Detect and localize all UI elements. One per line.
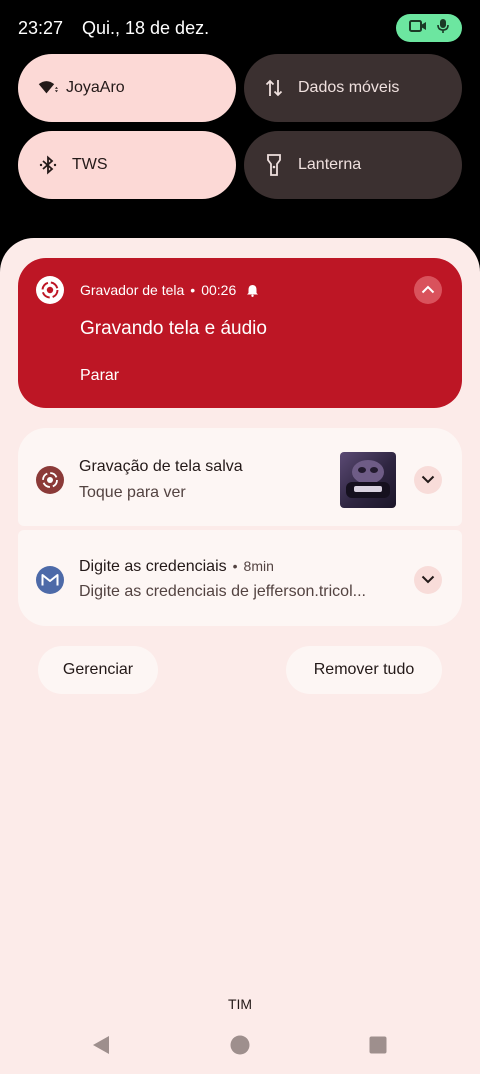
chevron-up-icon — [421, 281, 435, 299]
status-time: 23:27 — [18, 18, 64, 38]
tile-wifi[interactable]: JoyaAro — [18, 54, 236, 122]
wifi-icon — [38, 78, 58, 98]
alert-bell-icon — [246, 284, 259, 297]
notification-group: Gravação de tela salva Toque para ver Di… — [18, 428, 462, 626]
notification-recording-saved[interactable]: Gravação de tela salva Toque para ver — [18, 428, 462, 526]
tile-flashlight[interactable]: Lanterna — [244, 131, 462, 199]
videocam-icon — [409, 19, 427, 38]
notification-title-text: Digite as credenciais — [79, 558, 227, 575]
mobile-data-icon — [264, 78, 284, 98]
chevron-down-icon — [421, 571, 435, 589]
status-date: Qui., 18 de dez. — [82, 18, 210, 38]
tile-bluetooth[interactable]: TWS — [18, 131, 236, 199]
expand-button[interactable] — [414, 466, 442, 494]
screen-record-icon — [36, 276, 64, 304]
screen-record-icon — [36, 466, 64, 494]
notification-subtitle: Toque para ver — [79, 484, 186, 501]
mic-icon — [437, 18, 449, 39]
carrier-label: TIM — [227, 996, 253, 1012]
status-bar: 23:27 Qui., 18 de dez. — [0, 0, 480, 56]
notification-separator: • — [232, 558, 238, 574]
home-icon — [230, 1035, 250, 1060]
recents-button[interactable] — [367, 1036, 389, 1058]
privacy-indicator-chip[interactable] — [396, 14, 462, 42]
notification-credentials[interactable]: Digite as credenciais • 8min Digite as cre… — [18, 530, 462, 626]
flashlight-icon — [264, 154, 284, 176]
expand-button[interactable] — [414, 566, 442, 594]
notification-time: 8min — [243, 558, 274, 574]
tile-wifi-label: JoyaAro — [66, 79, 125, 96]
notification-title: Digite as credenciais • 8min — [79, 558, 274, 576]
recording-app-name: Gravador de tela — [80, 282, 185, 298]
manage-button[interactable]: Gerenciar — [38, 646, 158, 694]
stop-button[interactable]: Parar — [80, 367, 119, 385]
screen-recording-notification[interactable]: Gravador de tela • 00:26 Gravando tela e… — [18, 258, 462, 408]
chevron-down-icon — [421, 471, 435, 489]
notification-subtitle: Digite as credenciais de jefferson.trico… — [79, 583, 366, 600]
back-icon — [91, 1034, 111, 1061]
tile-mobile-data[interactable]: Dados móveis — [244, 54, 462, 122]
header-separator: • — [190, 282, 196, 298]
bluetooth-icon — [38, 155, 58, 175]
clear-all-button[interactable]: Remover tudo — [286, 646, 442, 694]
recording-title: Gravando tela e áudio — [80, 318, 267, 339]
back-button[interactable] — [90, 1034, 112, 1061]
recents-icon — [369, 1036, 387, 1059]
notification-title: Gravação de tela salva — [79, 458, 243, 475]
gmail-icon — [36, 566, 64, 594]
home-button[interactable] — [229, 1035, 251, 1060]
tile-flashlight-label: Lanterna — [298, 156, 362, 173]
tile-bluetooth-label: TWS — [72, 156, 108, 173]
tile-mobile-data-label: Dados móveis — [298, 79, 400, 96]
collapse-button[interactable] — [414, 276, 442, 304]
recording-thumbnail — [340, 452, 396, 508]
recording-elapsed: 00:26 — [201, 282, 237, 298]
recording-header: Gravador de tela • 00:26 — [80, 282, 259, 298]
